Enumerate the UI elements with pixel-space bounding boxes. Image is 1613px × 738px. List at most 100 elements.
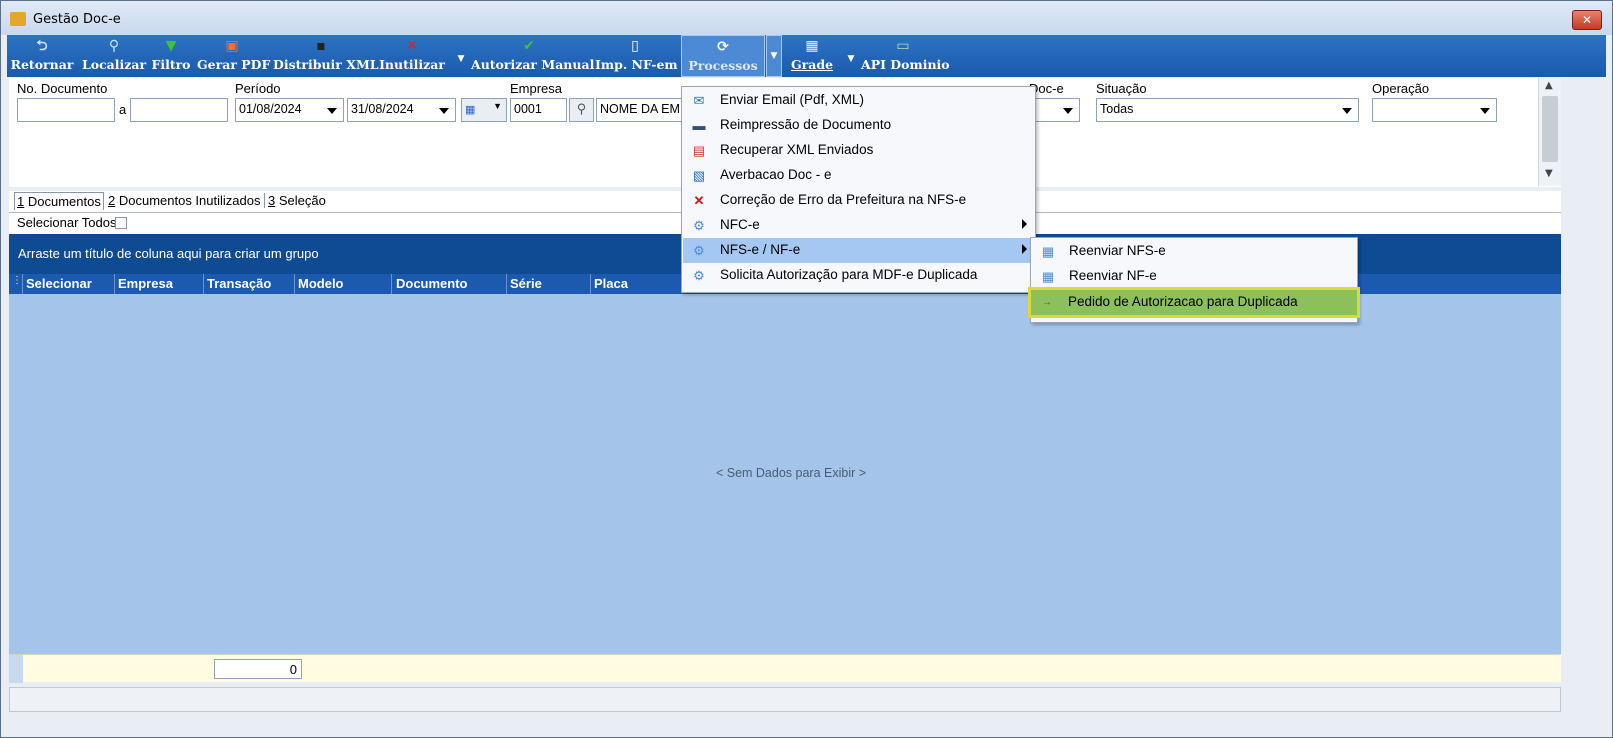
tab-documentos[interactable]: 1 Documentos: [14, 192, 104, 210]
periodo-end-input[interactable]: 31/08/2024: [347, 98, 456, 122]
menu-item-reimpressao[interactable]: ▬ Reimpressão de Documento: [683, 113, 1035, 138]
distribuir-xml-button[interactable]: ▪ Distribuir XML: [273, 35, 379, 77]
group-hint-text: Arraste um título de coluna aqui para cr…: [18, 246, 319, 261]
api-dominio-button[interactable]: ▭ API Dominio: [861, 35, 950, 77]
scroll-thumb[interactable]: [1542, 96, 1558, 162]
menu-item-mdfe-duplicada[interactable]: ⚙ Solicita Autorização para MDF-e Duplic…: [683, 263, 1035, 288]
empresa-code-input[interactable]: 0001: [510, 98, 567, 122]
menu-item-reenviar-nfe[interactable]: ▦ Reenviar NF-e: [1032, 264, 1357, 289]
footer-count: 0: [214, 659, 302, 679]
processos-dropdown[interactable]: ▼: [766, 35, 782, 77]
magnifier-icon: ⚲: [108, 38, 120, 54]
select-all-label: Selecionar Todos: [17, 215, 117, 230]
gear-icon: ⚙: [693, 218, 705, 233]
arrow-icon: →: [1042, 297, 1052, 308]
chevron-down-icon: ▼: [493, 101, 502, 111]
tab-documentos-inutilizados[interactable]: 2 Documentos Inutilizados: [108, 193, 260, 208]
menu-item-pedido-autorizacao-duplicada[interactable]: → Pedido de Autorizacao para Duplicada: [1028, 287, 1360, 318]
imp-nf-em-button[interactable]: ▯ Imp. NF-em: [595, 35, 678, 77]
periodo-start-input[interactable]: 01/08/2024: [235, 98, 344, 122]
column-header-documento[interactable]: Documento: [396, 276, 468, 291]
title-bar: Gestão Doc-e ✕: [1, 1, 1612, 35]
table-arrow-icon: ▦: [1041, 244, 1055, 259]
empresa-label: Empresa: [510, 81, 563, 96]
inutilizar-button[interactable]: ✕ Inutilizar: [379, 35, 445, 77]
email-icon: ✉: [693, 93, 705, 108]
grid-footer: 0: [9, 654, 1561, 683]
toolbar: ⮌ Retornar ⚲ Localizar ▼ Filtro ▣ Gerar …: [7, 35, 1606, 77]
menu-item-averbacao[interactable]: ▧ Averbacao Doc - e: [683, 163, 1035, 188]
filter-scrollbar[interactable]: ▲ ▼: [1538, 78, 1561, 186]
situacao-select[interactable]: Todas: [1096, 98, 1359, 122]
gear-icon: ⚙: [693, 243, 705, 258]
scroll-down-icon[interactable]: ▼: [1545, 168, 1553, 179]
column-header-placa[interactable]: Placa: [594, 276, 628, 291]
no-documento-to-input[interactable]: [130, 98, 228, 122]
document-gear-icon: ▧: [692, 168, 706, 183]
scroll-up-icon[interactable]: ▲: [1545, 80, 1553, 91]
retornar-button[interactable]: ⮌ Retornar: [9, 35, 75, 77]
printer-icon: ▬: [692, 118, 706, 133]
window-title: Gestão Doc-e: [33, 12, 121, 27]
operacao-select[interactable]: [1372, 98, 1497, 122]
green-check-icon: ✔: [523, 38, 535, 54]
document-icon: ▯: [631, 38, 639, 54]
periodo-label: Período: [235, 81, 281, 96]
gear-icon: ⚙: [693, 268, 705, 283]
xml-recover-icon: ▤: [692, 143, 706, 158]
processos-menu: ✉ Enviar Email (Pdf, XML) ▬ Reimpressão …: [681, 86, 1036, 293]
calendar-picker-button[interactable]: ▦ ▼: [461, 98, 507, 122]
refresh-cycle-icon: ⟳: [717, 39, 729, 55]
empresa-search-button[interactable]: ⚲: [569, 98, 594, 122]
filtro-button[interactable]: ▼ Filtro: [150, 35, 192, 77]
doce-select[interactable]: [1029, 98, 1080, 122]
grid-icon: ▦: [805, 38, 819, 54]
submenu-arrow-icon: [1022, 219, 1027, 229]
app-icon: [10, 12, 26, 26]
localizar-button[interactable]: ⚲ Localizar: [81, 35, 147, 77]
menu-item-recuperar-xml[interactable]: ▤ Recuperar XML Enviados: [683, 138, 1035, 163]
range-separator-label: a: [119, 102, 127, 117]
gerar-pdf-button[interactable]: ▣ Gerar PDF: [197, 35, 270, 77]
red-x-icon: ✕: [693, 193, 705, 208]
close-button[interactable]: ✕: [1572, 10, 1602, 30]
column-header-selecionar[interactable]: Selecionar: [26, 276, 92, 291]
column-header-modelo[interactable]: Modelo: [298, 276, 344, 291]
column-header-serie[interactable]: Série: [510, 276, 542, 291]
operacao-label: Operação: [1372, 81, 1430, 96]
undo-arrow-icon: ⮌: [36, 38, 48, 54]
processos-button[interactable]: ⟳ Processos: [681, 35, 765, 77]
table-arrow-icon: ▦: [1041, 269, 1055, 284]
submenu-arrow-icon: [1022, 244, 1027, 254]
column-header-empresa[interactable]: Empresa: [118, 276, 173, 291]
grade-dropdown[interactable]: ▼: [843, 35, 859, 77]
calendar-icon: ▦: [465, 104, 476, 116]
inutilizar-dropdown[interactable]: ▼: [453, 35, 469, 77]
pdf-icon: ▣: [225, 38, 239, 54]
column-chooser-icon[interactable]: ⋮: [12, 275, 22, 286]
menu-item-correcao-erro[interactable]: ✕ Correção de Erro da Prefeitura na NFS-…: [683, 188, 1035, 213]
no-documento-from-input[interactable]: [17, 98, 115, 122]
footer-indicator: [9, 655, 23, 683]
select-all-checkbox[interactable]: [115, 217, 127, 229]
autorizar-manual-button[interactable]: ✔ Autorizar Manual: [471, 35, 594, 77]
search-icon: ⚲: [576, 101, 587, 116]
red-x-icon: ✕: [406, 38, 418, 54]
no-documento-label: No. Documento: [17, 81, 108, 96]
api-icon: ▭: [896, 38, 910, 54]
no-data-message: < Sem Dados para Exibir >: [715, 466, 867, 480]
menu-item-reenviar-nfse[interactable]: ▦ Reenviar NFS-e: [1032, 239, 1357, 264]
status-bar: [9, 687, 1561, 712]
menu-item-nfse-nfe[interactable]: ⚙ NFS-e / NF-e: [683, 238, 1035, 263]
situacao-label: Situação: [1096, 81, 1147, 96]
main-window: Gestão Doc-e ✕ ⮌ Retornar ⚲ Localizar ▼ …: [0, 0, 1613, 738]
empresa-name-input[interactable]: NOME DA EM: [596, 98, 691, 122]
menu-item-nfce[interactable]: ⚙ NFC-e: [683, 213, 1035, 238]
floppy-disk-icon: ▪: [316, 38, 326, 54]
funnel-icon: ▼: [165, 38, 177, 54]
menu-item-enviar-email[interactable]: ✉ Enviar Email (Pdf, XML): [683, 88, 1035, 113]
nfse-submenu: ▦ Reenviar NFS-e ▦ Reenviar NF-e → Pedid…: [1028, 237, 1360, 323]
grade-button[interactable]: ▦ Grade: [787, 35, 837, 77]
tab-selecao[interactable]: 3 Seleção: [264, 193, 326, 208]
column-header-transacao[interactable]: Transação: [207, 276, 271, 291]
